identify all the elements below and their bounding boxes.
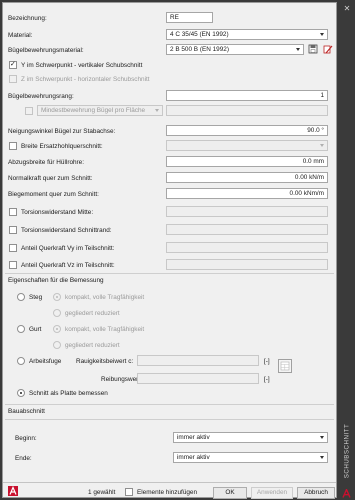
- section-divider: [5, 273, 334, 274]
- steg-kompakt-radio[interactable]: [53, 293, 61, 301]
- gurt-gegliedert-label: gegliedert reduziert: [65, 342, 120, 349]
- reibung-input[interactable]: [137, 373, 259, 384]
- buegel-rang-input[interactable]: 1: [166, 90, 328, 101]
- reibung-unit: [-]: [264, 376, 270, 383]
- steg-gegliedert-radio[interactable]: [53, 309, 61, 317]
- autodesk-logo-icon: [8, 486, 18, 496]
- close-icon[interactable]: ✕: [341, 3, 353, 15]
- normalkraft-input[interactable]: 0.00 kN/m: [166, 172, 328, 183]
- material-select[interactable]: 4 C 35/45 (EN 1992): [166, 29, 328, 40]
- platte-label: Schnitt als Platte bemessen: [29, 390, 108, 397]
- neigung-label: Neigungswinkel Bügel zur Stabachse:: [8, 128, 116, 135]
- arbeitsfuge-label: Arbeitsfuge: [29, 358, 62, 365]
- section-divider: [5, 404, 334, 405]
- biegemoment-input[interactable]: 0.00 kNm/m: [166, 188, 328, 199]
- elemente-checkbox[interactable]: [125, 488, 133, 496]
- gurt-kompakt-radio[interactable]: [53, 325, 61, 333]
- biegemoment-label: Biegemoment quer zum Schnitt:: [8, 191, 99, 198]
- rauhigkeit-input[interactable]: [137, 355, 259, 366]
- selected-count: 1 gewählt: [88, 489, 116, 496]
- mindest-select[interactable]: Mindestbewehrung Bügel pro Fläche: [37, 105, 163, 116]
- anteil-vz-input[interactable]: [166, 259, 328, 270]
- arbeitsfuge-radio[interactable]: [17, 357, 25, 365]
- buegel-rang-label: Bügelbewehrungsrang:: [8, 93, 74, 100]
- material-edit-icon[interactable]: [323, 44, 333, 54]
- ok-button[interactable]: OK: [213, 487, 247, 499]
- footer-divider: [3, 482, 336, 483]
- anteil-vz-checkbox[interactable]: [9, 261, 17, 269]
- abzug-input[interactable]: 0.0 mm: [166, 156, 328, 167]
- steg-radio[interactable]: [17, 293, 25, 301]
- side-tab-label: SCHUBSCHNITT: [343, 423, 351, 479]
- beginn-label: Beginn:: [15, 435, 37, 442]
- bezeichnung-input[interactable]: RE: [166, 12, 213, 23]
- beginn-select[interactable]: immer aktiv: [173, 432, 328, 443]
- y-schwerpunkt-label: Y im Schwerpunkt - vertikaler Schubschni…: [21, 62, 143, 69]
- z-schwerpunkt-label: Z im Schwerpunkt - horizontaler Schubsch…: [21, 76, 150, 83]
- side-tab[interactable]: SCHUBSCHNITT: [341, 413, 353, 489]
- rauhigkeit-label: Rauigkeitsbeiwert c:: [76, 358, 134, 365]
- anteil-vy-input[interactable]: [166, 242, 328, 253]
- autodesk-logo-icon: [342, 489, 351, 498]
- gurt-gegliedert-radio[interactable]: [53, 341, 61, 349]
- gurt-label: Gurt: [29, 326, 42, 333]
- torsion-mitte-label: Torsionswiderstand Mitte:: [21, 209, 94, 216]
- bauabschnitt-title: Bauabschnitt: [8, 408, 45, 415]
- steg-kompakt-label: kompakt, volle Tragfähigkeit: [65, 294, 145, 301]
- torsion-mitte-input[interactable]: [166, 206, 328, 217]
- torsion-rand-label: Torsionswiderstand Schnittrand:: [21, 227, 112, 234]
- z-schwerpunkt-checkbox[interactable]: [9, 75, 17, 83]
- rauhigkeit-unit: [-]: [264, 358, 270, 365]
- normalkraft-label: Normalkraft quer zum Schnitt:: [8, 175, 93, 182]
- ende-select[interactable]: immer aktiv: [173, 452, 328, 463]
- platte-radio[interactable]: [17, 389, 25, 397]
- mindest-checkbox[interactable]: [25, 107, 33, 115]
- properties-panel: Bezeichnung: RE Material: 4 C 35/45 (EN …: [2, 2, 337, 499]
- abzug-label: Abzugsbreite für Hüllrohre:: [8, 159, 85, 166]
- anwenden-button[interactable]: Anwenden: [251, 487, 293, 499]
- steg-label: Steg: [29, 294, 43, 301]
- breite-ersatz-label: Breite Ersatzhohlquerschnitt:: [21, 143, 103, 150]
- torsion-mitte-checkbox[interactable]: [9, 208, 17, 216]
- anteil-vy-label: Anteil Querkraft Vy im Teilschnitt:: [21, 245, 115, 252]
- y-schwerpunkt-checkbox[interactable]: [9, 60, 17, 69]
- neigung-input[interactable]: 90.0 °: [166, 125, 328, 136]
- calculator-icon[interactable]: [278, 359, 292, 373]
- material-label: Material:: [8, 32, 33, 39]
- bezeichnung-label: Bezeichnung:: [8, 15, 47, 22]
- section-divider: [5, 419, 334, 420]
- gurt-kompakt-label: kompakt, volle Tragfähigkeit: [65, 326, 145, 333]
- elemente-label: Elemente hinzufügen: [137, 489, 198, 496]
- torsion-rand-checkbox[interactable]: [9, 226, 17, 234]
- anteil-vz-label: Anteil Querkraft Vz im Teilschnitt:: [21, 262, 115, 269]
- ende-label: Ende:: [15, 455, 32, 462]
- mindest-input[interactable]: [166, 105, 328, 116]
- buegel-material-label: Bügelbewehrungsmaterial:: [8, 47, 84, 54]
- abbruch-button[interactable]: Abbruch: [297, 487, 335, 499]
- gurt-radio[interactable]: [17, 325, 25, 333]
- material-library-icon[interactable]: [308, 44, 318, 54]
- buegel-material-select[interactable]: 2 B 500 B (EN 1992): [166, 44, 304, 55]
- torsion-rand-input[interactable]: [166, 224, 328, 235]
- breite-ersatz-checkbox[interactable]: [9, 142, 17, 150]
- anteil-vy-checkbox[interactable]: [9, 244, 17, 252]
- bemessung-title: Eigenschaften für die Bemessung: [8, 277, 104, 284]
- steg-gegliedert-label: gegliedert reduziert: [65, 310, 120, 317]
- breite-ersatz-select[interactable]: [166, 140, 328, 151]
